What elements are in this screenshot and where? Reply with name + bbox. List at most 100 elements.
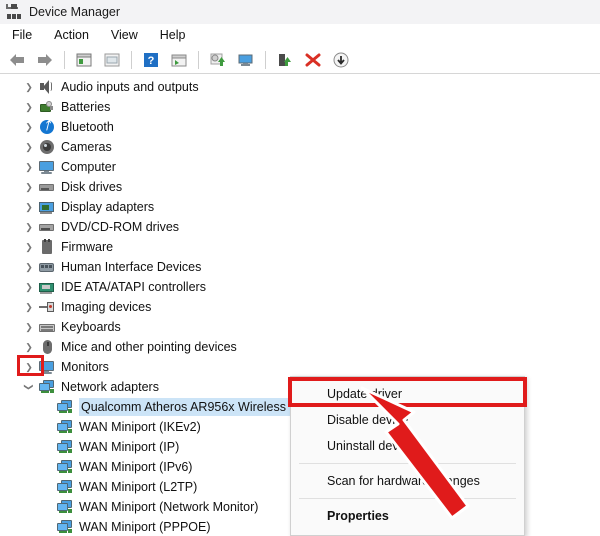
keyboard-icon — [38, 319, 56, 335]
tree-child-label: WAN Miniport (L2TP) — [79, 480, 198, 494]
enable-device-icon[interactable] — [272, 48, 298, 72]
tree-node-label: Keyboards — [61, 320, 121, 334]
toolbar: ? — [0, 46, 600, 74]
tree-node-ide-controllers[interactable]: ❯ IDE ATA/ATAPI controllers — [0, 277, 600, 297]
tree-node-bluetooth[interactable]: ❯ ᛏ Bluetooth — [0, 117, 600, 137]
device-manager-icon — [6, 4, 22, 20]
tree-node-disk-drives[interactable]: ❯ Disk drives — [0, 177, 600, 197]
ide-controller-icon — [38, 279, 56, 295]
monitor-icon — [38, 159, 56, 175]
context-menu[interactable]: Update driver Disable device Uninstall d… — [290, 376, 525, 536]
chevron-right-icon[interactable]: ❯ — [20, 258, 38, 276]
chevron-right-icon[interactable]: ❯ — [20, 318, 38, 336]
firmware-icon — [38, 239, 56, 255]
forward-arrow-icon[interactable] — [32, 48, 58, 72]
network-adapter-icon — [56, 459, 74, 475]
title-bar: Device Manager — [0, 0, 600, 24]
tree-node-label: Human Interface Devices — [61, 260, 202, 274]
tree-node-keyboards[interactable]: ❯ Keyboards — [0, 317, 600, 337]
context-menu-item-uninstall-device[interactable]: Uninstall device — [291, 433, 524, 459]
network-adapter-icon — [56, 419, 74, 435]
toolbar-separator — [64, 50, 65, 69]
context-menu-separator — [299, 498, 516, 499]
chevron-right-icon[interactable]: ❯ — [20, 118, 38, 136]
svg-text:?: ? — [148, 55, 155, 67]
network-adapter-icon — [56, 519, 74, 535]
dvd-drive-icon — [38, 219, 56, 235]
window-title: Device Manager — [29, 5, 121, 19]
tree-node-label: Disk drives — [61, 180, 123, 194]
uninstall-device-icon[interactable] — [300, 48, 326, 72]
tree-node-imaging-devices[interactable]: ❯ Imaging devices — [0, 297, 600, 317]
help-icon[interactable]: ? — [138, 48, 164, 72]
chevron-right-icon[interactable]: ❯ — [20, 278, 38, 296]
tree-node-label: Display adapters — [61, 200, 155, 214]
tree-node-label: Monitors — [61, 360, 109, 374]
chevron-right-icon[interactable]: ❯ — [20, 178, 38, 196]
network-adapter-icon — [56, 499, 74, 515]
properties-panel-icon[interactable] — [99, 48, 125, 72]
tree-child-label: WAN Miniport (PPPOE) — [79, 520, 211, 534]
toolbar-separator — [265, 50, 266, 69]
tree-node-audio[interactable]: ❯ Audio inputs and outputs — [0, 77, 600, 97]
hid-icon — [38, 259, 56, 275]
menu-action[interactable]: Action — [48, 26, 99, 44]
tree-node-dvd-drives[interactable]: ❯ DVD/CD-ROM drives — [0, 217, 600, 237]
tree-child-label: WAN Miniport (Network Monitor) — [79, 500, 259, 514]
tree-node-batteries[interactable]: ❯ Batteries — [0, 97, 600, 117]
menu-file[interactable]: File — [6, 26, 42, 44]
chevron-down-icon[interactable]: ❯ — [20, 378, 38, 396]
chevron-right-icon[interactable]: ❯ — [20, 338, 38, 356]
tree-child-label: WAN Miniport (IKEv2) — [79, 420, 201, 434]
tree-node-label: IDE ATA/ATAPI controllers — [61, 280, 206, 294]
scan-hardware-changes-icon[interactable] — [233, 48, 259, 72]
back-arrow-icon[interactable] — [4, 48, 30, 72]
show-hide-console-tree-icon[interactable] — [71, 48, 97, 72]
tree-node-label: Audio inputs and outputs — [61, 80, 199, 94]
chevron-right-icon[interactable]: ❯ — [20, 98, 38, 116]
menu-bar: File Action View Help — [0, 24, 600, 46]
tree-node-label: Bluetooth — [61, 120, 114, 134]
network-adapter-icon — [38, 379, 56, 395]
chevron-right-icon[interactable]: ❯ — [20, 358, 38, 376]
tree-node-hid[interactable]: ❯ Human Interface Devices — [0, 257, 600, 277]
network-adapter-icon — [56, 399, 74, 415]
tree-child-label: WAN Miniport (IPv6) — [79, 460, 193, 474]
context-menu-separator — [299, 463, 516, 464]
context-menu-item-properties[interactable]: Properties — [291, 503, 524, 529]
context-menu-item-scan-hardware-changes[interactable]: Scan for hardware changes — [291, 468, 524, 494]
context-menu-item-disable-device[interactable]: Disable device — [291, 407, 524, 433]
chevron-right-icon[interactable]: ❯ — [20, 158, 38, 176]
chevron-right-icon[interactable]: ❯ — [20, 78, 38, 96]
tree-node-cameras[interactable]: ❯ Cameras — [0, 137, 600, 157]
chevron-right-icon[interactable]: ❯ — [20, 138, 38, 156]
tree-node-firmware[interactable]: ❯ Firmware — [0, 237, 600, 257]
tree-node-mice[interactable]: ❯ Mice and other pointing devices — [0, 337, 600, 357]
tree-node-label: Firmware — [61, 240, 114, 254]
chevron-right-icon[interactable]: ❯ — [20, 298, 38, 316]
tree-node-computer[interactable]: ❯ Computer — [0, 157, 600, 177]
context-menu-item-update-driver[interactable]: Update driver — [291, 381, 524, 407]
tree-node-display-adapters[interactable]: ❯ Display adapters — [0, 197, 600, 217]
chevron-right-icon[interactable]: ❯ — [20, 238, 38, 256]
tree-child-label: Qualcomm Atheros AR956x Wireless Ne — [79, 398, 308, 416]
chevron-right-icon[interactable]: ❯ — [20, 198, 38, 216]
disk-drive-icon — [38, 179, 56, 195]
tree-node-label: DVD/CD-ROM drives — [61, 220, 180, 234]
tree-node-label: Cameras — [61, 140, 112, 154]
menu-view[interactable]: View — [105, 26, 148, 44]
bluetooth-icon: ᛏ — [38, 119, 56, 135]
toolbar-separator — [131, 50, 132, 69]
speaker-icon — [38, 79, 56, 95]
mouse-icon — [38, 339, 56, 355]
chevron-right-icon[interactable]: ❯ — [20, 218, 38, 236]
menu-help[interactable]: Help — [154, 26, 196, 44]
tree-node-monitors[interactable]: ❯ Monitors — [0, 357, 600, 377]
update-driver-icon[interactable] — [205, 48, 231, 72]
camera-icon — [38, 139, 56, 155]
device-manager-window: Device Manager File Action View Help ? ❯… — [0, 0, 600, 536]
network-adapter-icon — [56, 479, 74, 495]
show-hide-action-pane-icon[interactable] — [166, 48, 192, 72]
imaging-device-icon — [38, 299, 56, 315]
disable-device-icon[interactable] — [328, 48, 354, 72]
